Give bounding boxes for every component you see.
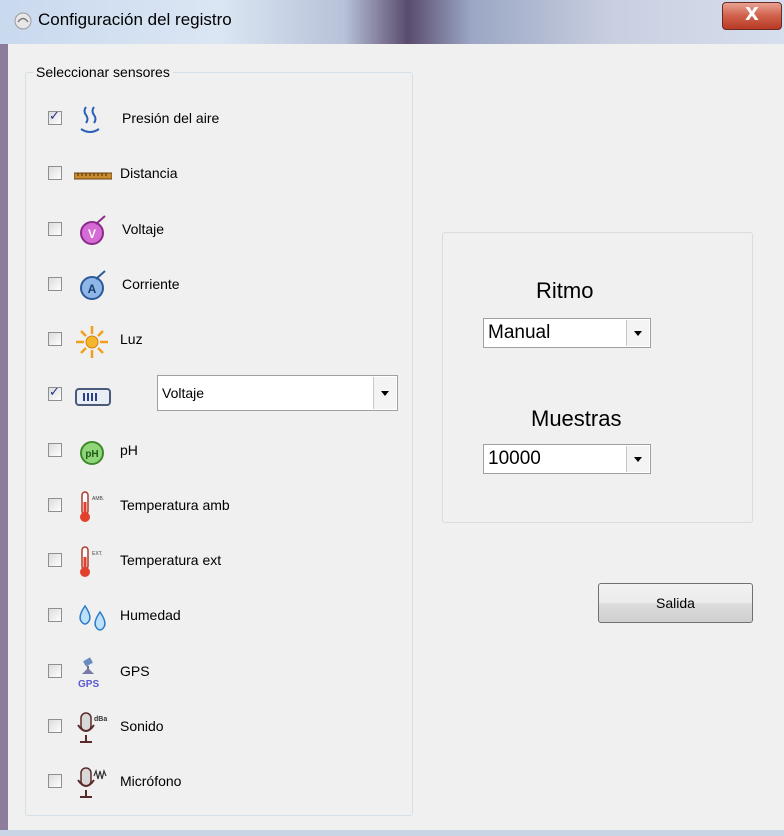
app-icon — [14, 12, 32, 30]
dialog-window: Configuración del registro X Seleccionar… — [0, 0, 784, 836]
sensor-label: Luz — [120, 331, 143, 347]
sensor-label: Temperatura amb — [120, 497, 230, 513]
voltmeter-icon: V — [80, 215, 106, 245]
chevron-down-icon[interactable] — [626, 446, 649, 472]
sensor-checkbox-gps[interactable] — [48, 664, 62, 678]
sensor-type-select-value: Voltaje — [162, 385, 205, 401]
sensor-label: Corriente — [122, 276, 180, 292]
muestras-select-value: 10000 — [488, 448, 541, 469]
sensor-row-corriente: A Corriente — [46, 265, 406, 305]
sensor-label: GPS — [120, 663, 150, 679]
sensor-label: pH — [120, 442, 138, 458]
close-button[interactable]: X — [722, 2, 782, 30]
sensor-checkbox-sonido[interactable] — [48, 719, 62, 733]
acquisition-settings-panel — [442, 232, 753, 523]
sensor-checkbox-luz[interactable] — [48, 332, 62, 346]
sensor-row-humedad: Humedad — [46, 596, 406, 636]
sun-icon — [76, 326, 108, 358]
ritmo-select-value: Manual — [488, 322, 551, 343]
sensor-checkbox-distancia[interactable] — [48, 166, 62, 180]
sensor-checkbox-temp-ext[interactable] — [48, 553, 62, 567]
humidity-icon — [79, 604, 106, 631]
chevron-down-icon[interactable] — [373, 377, 396, 409]
sensor-row-distancia: Distancia — [46, 154, 406, 194]
sensor-checkbox-ph[interactable] — [48, 443, 62, 457]
sensor-label: Distancia — [120, 165, 178, 181]
ritmo-label: Ritmo — [536, 278, 594, 303]
sensor-row-sonido: dBa Sonido — [46, 707, 406, 747]
gps-icon: GPS — [78, 657, 99, 690]
sensor-type-select[interactable]: Voltaje — [157, 375, 398, 411]
sensor-checkbox-humedad[interactable] — [48, 608, 62, 622]
sensor-row-temp-amb: AMB. Temperatura amb — [46, 486, 406, 526]
window-bottom-border — [0, 830, 784, 836]
sensor-label: Micrófono — [120, 773, 182, 789]
microphone-icon — [77, 767, 107, 798]
sensor-label: Voltaje — [122, 221, 165, 237]
sensor-row-voltaje: V Voltaje — [46, 210, 406, 250]
exit-button[interactable]: Salida — [598, 583, 753, 623]
ritmo-select[interactable]: Manual — [483, 318, 651, 348]
sensor-row-luz: Luz — [46, 320, 406, 360]
title-bar[interactable]: Configuración del registro X — [0, 0, 784, 44]
sensor-row-gps: GPS GPS — [46, 652, 406, 692]
sensor-checkbox-microfono[interactable] — [48, 774, 62, 788]
ruler-icon — [74, 172, 112, 180]
sound-mic-icon: dBa — [77, 712, 107, 743]
sensor-label: Temperatura ext — [120, 552, 222, 568]
sensor-row-temp-ext: EXT. Temperatura ext — [46, 541, 406, 581]
sensor-checkbox-generic[interactable] — [48, 385, 62, 401]
sensor-row-presion: Presión del aire — [46, 99, 406, 139]
sensor-label: Humedad — [120, 607, 181, 623]
sensor-row-ph: pH pH — [46, 431, 406, 471]
window-title: Configuración del registro — [38, 10, 232, 29]
muestras-select[interactable]: 10000 — [483, 444, 651, 474]
sensor-checkbox-temp-amb[interactable] — [48, 498, 62, 512]
sensors-group-label: Seleccionar sensores — [33, 64, 173, 80]
thermometer-amb-icon: AMB. — [80, 491, 104, 522]
ph-icon: pH — [80, 441, 104, 465]
chevron-down-icon[interactable] — [626, 320, 649, 346]
svg-text:V: V — [88, 227, 96, 241]
sensor-row-microfono: Micrófono — [46, 762, 406, 802]
sensor-checkbox-corriente[interactable] — [48, 277, 62, 291]
air-pressure-icon — [80, 106, 100, 133]
svg-text:GPS: GPS — [78, 679, 99, 690]
sensor-label: Sonido — [120, 718, 164, 734]
svg-text:A: A — [88, 282, 97, 296]
svg-text:pH: pH — [85, 449, 98, 460]
sensor-checkbox-voltaje[interactable] — [48, 222, 62, 236]
ammeter-icon: A — [80, 270, 106, 300]
svg-text:EXT.: EXT. — [92, 551, 103, 557]
sensor-checkbox-presion[interactable] — [48, 109, 62, 125]
svg-text:dBa: dBa — [94, 716, 107, 723]
meter-icon — [75, 388, 111, 406]
svg-text:AMB.: AMB. — [92, 496, 104, 502]
sensor-label: Presión del aire — [122, 110, 220, 126]
muestras-label: Muestras — [531, 406, 622, 431]
thermometer-ext-icon: EXT. — [80, 546, 103, 577]
